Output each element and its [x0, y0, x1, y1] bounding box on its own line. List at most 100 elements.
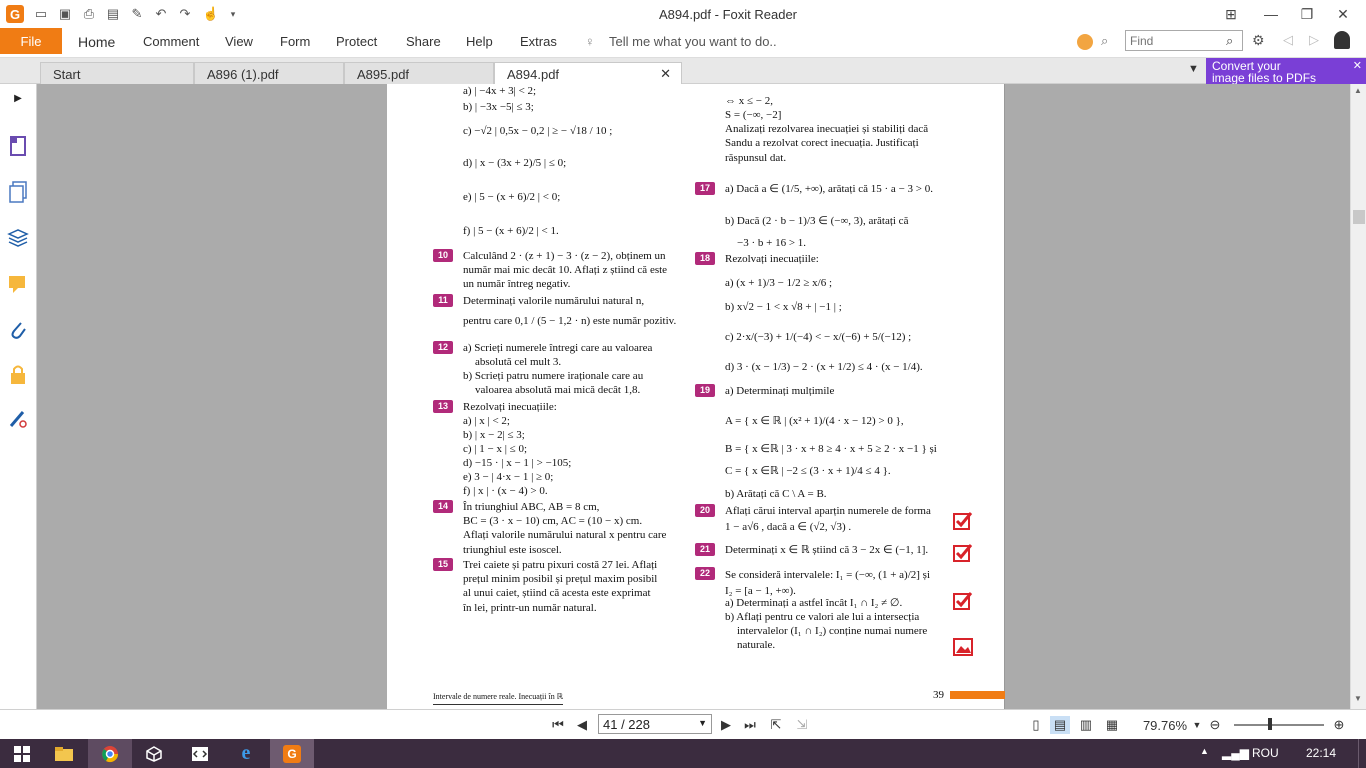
facing-page-icon[interactable]: ▥ [1076, 716, 1096, 734]
zoom-slider-thumb[interactable] [1268, 718, 1272, 730]
checkmark-icon[interactable] [953, 592, 973, 610]
left-line: e) | 5 − (x + 6)/2 | < 0; [463, 191, 561, 203]
continuous-page-icon[interactable]: ▤ [1050, 716, 1070, 734]
prev-page-icon[interactable]: ◀ [572, 716, 592, 734]
input-language[interactable]: ROU [1252, 746, 1279, 760]
right-line: c) 2·x/(−3) + 1/(−4) < − x/(−6) + 5/(−12… [725, 331, 912, 343]
tab-protect[interactable]: Protect [336, 34, 377, 49]
image-icon[interactable] [953, 638, 973, 656]
next-result-icon[interactable]: ▷ [1309, 32, 1319, 48]
tray-expand-icon[interactable]: ▲ [1200, 746, 1209, 756]
page-dropdown-icon[interactable]: ▼ [698, 718, 707, 728]
close-tab-icon[interactable]: ✕ [660, 66, 671, 82]
expand-panel-icon[interactable]: ▶ [6, 86, 30, 110]
search-doc-icon[interactable]: ⌕ [1101, 33, 1108, 49]
comments-icon[interactable] [6, 272, 30, 296]
left-line: al unui caiet, știind că acesta este exp… [463, 587, 651, 599]
tab-start[interactable]: Start [40, 62, 194, 84]
right-line: intervalelor (I₁ ∩ I₂) conține numai num… [737, 625, 928, 637]
internet-explorer-icon[interactable]: e [224, 739, 268, 768]
next-page-icon[interactable]: ▶ [716, 716, 736, 734]
layers-icon[interactable] [6, 226, 30, 250]
zoom-level[interactable]: 79.76% [1140, 716, 1190, 734]
prev-result-icon[interactable]: ◁ [1283, 32, 1293, 48]
lightbulb-icon: ♀ [585, 34, 595, 49]
tab-comment[interactable]: Comment [143, 34, 199, 49]
promo-close-icon[interactable]: ✕ [1353, 60, 1362, 72]
tab-share[interactable]: Share [406, 34, 441, 49]
tab-view[interactable]: View [225, 34, 253, 49]
right-line: −3 · b + 16 > 1. [737, 237, 807, 249]
gear-icon[interactable]: ⚙ [1252, 32, 1265, 49]
app-cube-icon[interactable] [132, 739, 176, 768]
ribbon: File Home Comment View Form Protect Shar… [0, 28, 1366, 58]
right-line: Determinați x ∈ ℝ știind că 3 − 2x ∈ (−1… [725, 544, 929, 556]
right-line: Se consideră intervalele: I₁ = (−∞, (1 +… [725, 569, 930, 581]
scroll-up-icon[interactable]: ▲ [1354, 86, 1362, 95]
zoom-in-icon[interactable]: ⊕ [1330, 716, 1348, 734]
zoom-dropdown-icon[interactable]: ▼ [1192, 716, 1202, 734]
right-line: naturale. [737, 639, 776, 651]
zoom-slider[interactable] [1234, 724, 1324, 726]
checkmark-icon[interactable] [953, 512, 973, 530]
window-title: A894.pdf - Foxit Reader [658, 7, 798, 22]
foxit-taskbar-icon[interactable]: G [270, 739, 314, 768]
right-line: ⇔ x ≤ − 2, [725, 95, 773, 107]
right-line: 1 − a√6 , dacă a ∈ (√2, √3) . [725, 521, 852, 533]
status-bar: ⏮ ◀ 41 / 228 ▼ ▶ ⏭ ⇱ ⇲ ▯ ▤ ▥ ▦ 79.76% ▼ … [0, 709, 1366, 739]
right-line: Analizați rezolvarea inecuației și stabi… [725, 123, 929, 135]
tab-home[interactable]: Home [78, 34, 115, 50]
chrome-icon[interactable] [88, 739, 132, 768]
windows-start-icon[interactable] [0, 739, 44, 768]
page-number-value: 41 / 228 [603, 717, 650, 732]
tab-form[interactable]: Form [280, 34, 310, 49]
show-desktop-button[interactable] [1358, 739, 1366, 768]
document-viewer[interactable]: a) | −4x + 3| < 2; b) | −3x −5| ≤ 3; c) … [38, 84, 1350, 709]
checkmark-icon[interactable] [953, 544, 973, 562]
next-view-icon[interactable]: ⇲ [792, 716, 812, 734]
single-page-icon[interactable]: ▯ [1026, 716, 1046, 734]
tab-help[interactable]: Help [466, 34, 493, 49]
security-lock-icon[interactable] [6, 362, 30, 386]
tell-me-box[interactable]: Tell me what you want to do.. [609, 34, 777, 49]
left-line: a) | x | < 2; [463, 415, 510, 427]
problem-number: 15 [433, 558, 453, 571]
problem-number: 10 [433, 249, 453, 262]
bookmarks-icon[interactable] [6, 134, 30, 158]
scroll-thumb[interactable] [1353, 210, 1365, 224]
vertical-scrollbar[interactable]: ▲ ▼ [1350, 84, 1366, 709]
previous-view-icon[interactable]: ⇱ [766, 716, 786, 734]
left-line: absolută cel mult 3. [475, 356, 562, 368]
code-editor-icon[interactable] [178, 739, 222, 768]
pages-icon[interactable] [6, 180, 30, 204]
scroll-down-icon[interactable]: ▼ [1354, 694, 1362, 703]
find-search-icon[interactable]: ⌕ [1226, 33, 1233, 49]
like-icon[interactable] [1077, 34, 1093, 50]
tab-list-dropdown-icon[interactable]: ▼ [1188, 63, 1199, 75]
left-line: a) Scrieți numerele întregi care au valo… [463, 342, 653, 354]
problem-number: 21 [695, 543, 715, 556]
page-number-field[interactable]: 41 / 228 ▼ [598, 714, 712, 734]
file-explorer-icon[interactable] [42, 739, 86, 768]
tab-a896[interactable]: A896 (1).pdf [194, 62, 344, 84]
convert-promo-banner[interactable]: Convert your image files to PDFs ✕ [1206, 58, 1366, 84]
tab-a894[interactable]: A894.pdf ✕ [494, 62, 682, 84]
close-button[interactable]: ✕ [1320, 0, 1366, 28]
user-avatar-icon[interactable] [1334, 31, 1350, 49]
problem-number: 19 [695, 384, 715, 397]
tab-a895[interactable]: A895.pdf [344, 62, 494, 84]
clock[interactable]: 22:14 [1306, 746, 1336, 760]
right-line: Rezolvați inecuațiile: [725, 253, 819, 265]
zoom-out-icon[interactable]: ⊖ [1206, 716, 1224, 734]
problem-number: 18 [695, 252, 715, 265]
network-icon[interactable]: ▂▄▆ [1222, 746, 1249, 760]
tab-extras[interactable]: Extras [520, 34, 557, 49]
signature-icon[interactable] [6, 406, 30, 430]
right-line: b) Dacă (2 · b − 1)/3 ∈ (−∞, 3), arătați… [725, 215, 909, 227]
continuous-facing-icon[interactable]: ▦ [1102, 716, 1122, 734]
file-tab[interactable]: File [0, 28, 62, 54]
last-page-icon[interactable]: ⏭ [740, 716, 760, 734]
left-line: Determinați valorile numărului natural n… [463, 295, 645, 307]
attachments-icon[interactable] [6, 318, 30, 342]
first-page-icon[interactable]: ⏮ [548, 716, 568, 734]
